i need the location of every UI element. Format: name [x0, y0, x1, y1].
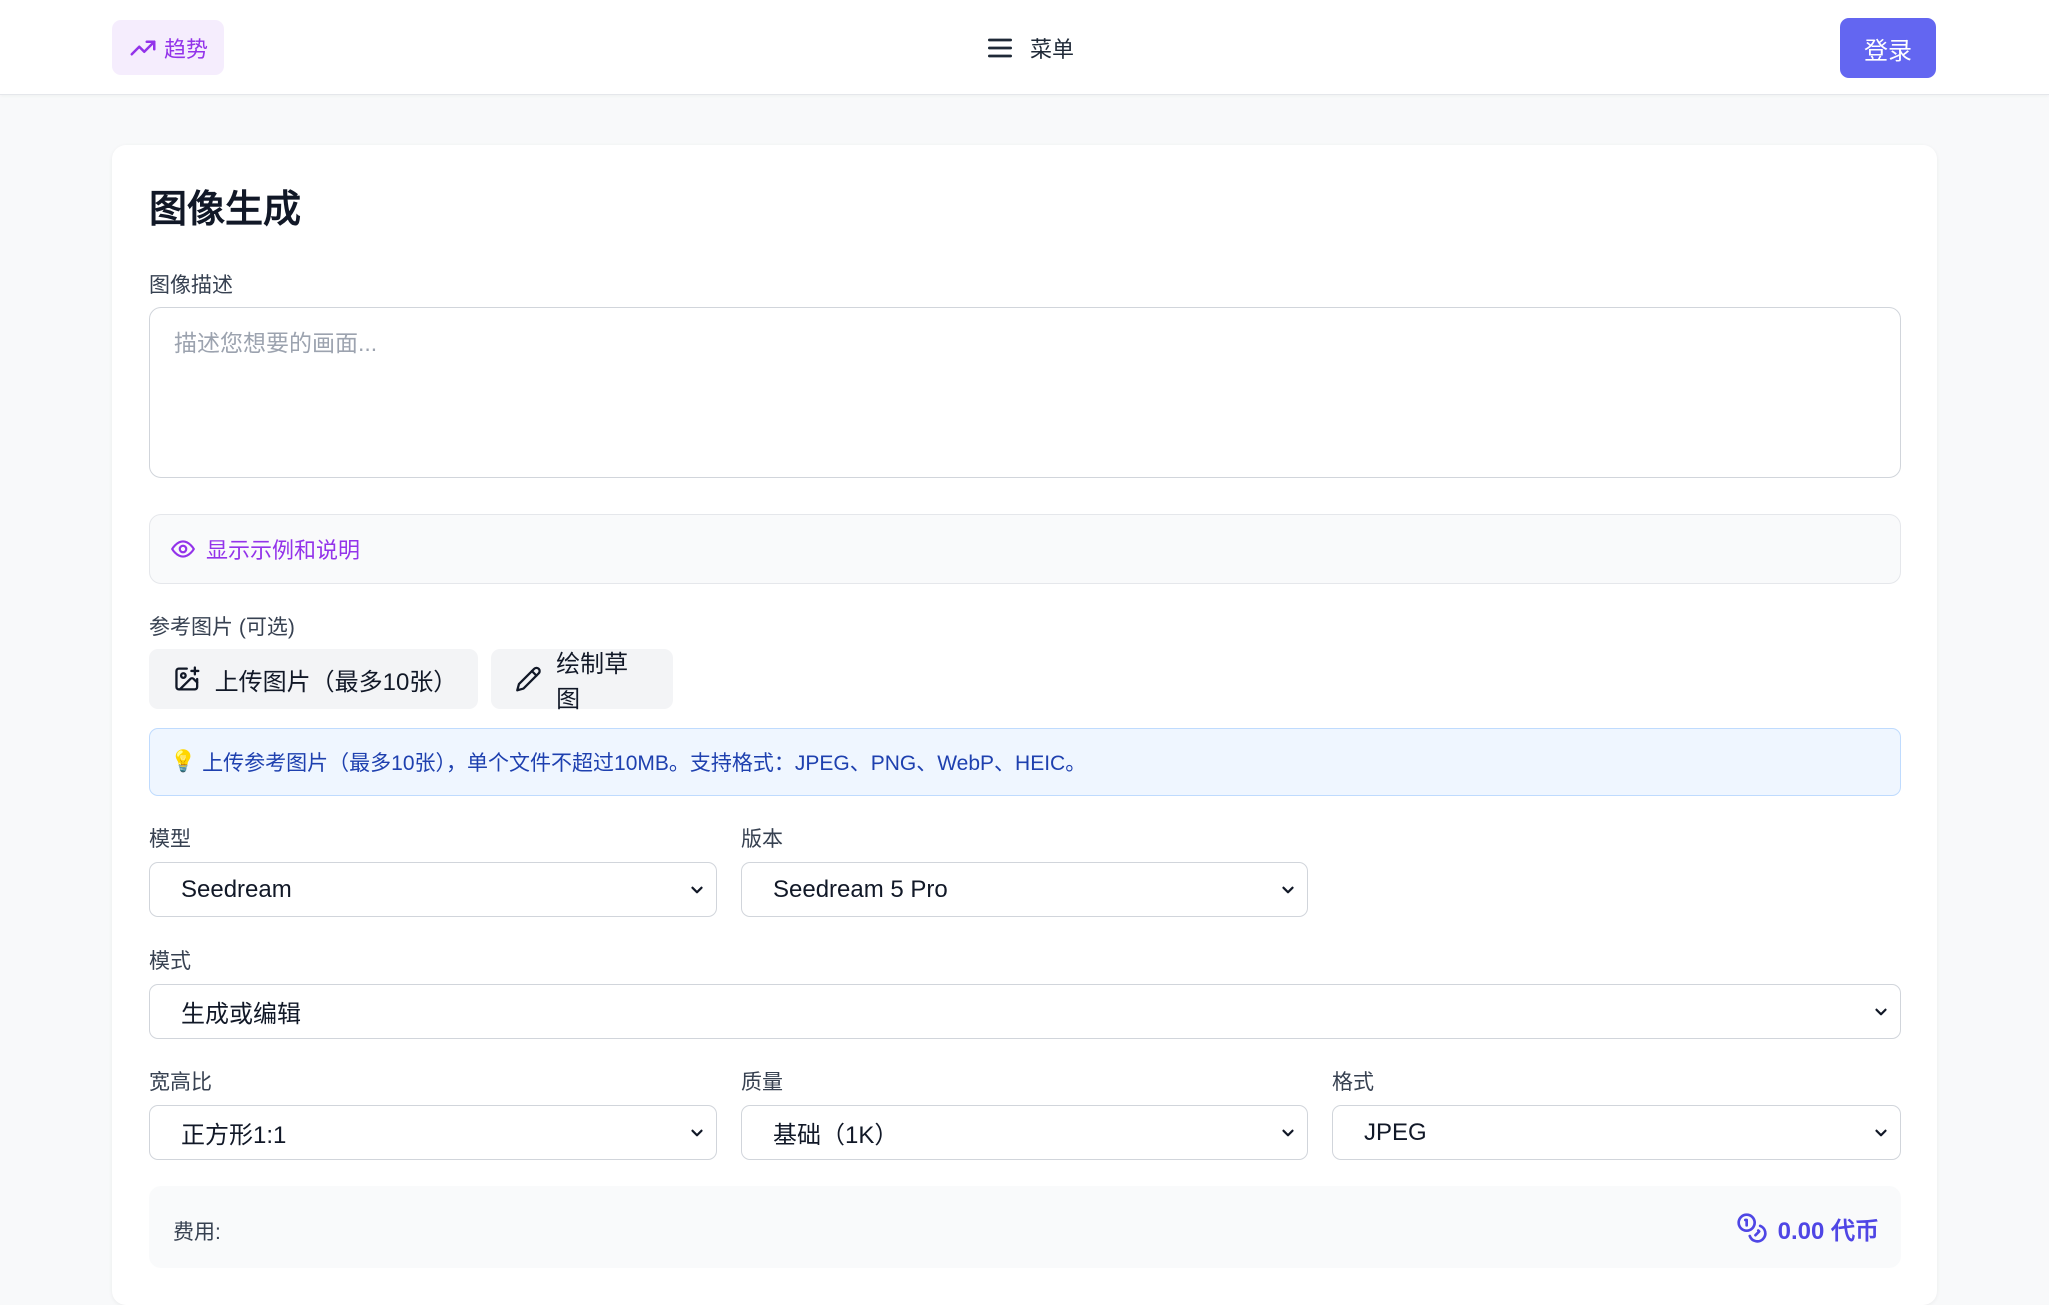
cost-value: 0.00 代币 — [1736, 1208, 1879, 1248]
upload-hint-text: 上传参考图片（最多10张），单个文件不超过10MB。支持格式：JPEG、PNG、… — [202, 752, 1087, 775]
mode-label: 模式 — [149, 950, 191, 973]
menu-label: 菜单 — [1030, 37, 1075, 62]
model-value: Seedream — [181, 875, 292, 903]
chevron-down-icon — [1282, 886, 1294, 893]
chevron-down-icon — [691, 886, 703, 893]
upload-images-label: 上传图片（最多10张） — [214, 668, 458, 696]
coins-icon — [1736, 1213, 1767, 1243]
upload-hint: 💡 上传参考图片（最多10张），单个文件不超过10MB。支持格式：JPEG、PN… — [149, 728, 1901, 796]
cost-bar — [149, 1186, 1901, 1268]
upload-images-button[interactable]: 上传图片（最多10张） — [149, 649, 478, 709]
quality-value: 基础（1K） — [773, 1122, 899, 1149]
format-value: JPEG — [1364, 1118, 1427, 1146]
aspect-label: 宽高比 — [149, 1071, 212, 1094]
top-header: 趋势 菜单 登录 — [0, 0, 2049, 95]
format-select[interactable]: JPEG — [1332, 1105, 1901, 1160]
login-button[interactable]: 登录 — [1840, 18, 1936, 78]
version-label: 版本 — [741, 828, 783, 851]
pencil-icon — [516, 666, 541, 692]
quality-select[interactable]: 基础（1K） — [741, 1105, 1308, 1160]
cost-label: 费用: — [173, 1221, 221, 1244]
chevron-down-icon — [1875, 1129, 1887, 1136]
trend-label: 趋势 — [163, 36, 208, 62]
lightbulb-icon: 💡 — [170, 750, 197, 773]
mode-value: 生成或编辑 — [181, 1001, 301, 1028]
description-input[interactable] — [149, 307, 1901, 478]
menu-button[interactable]: 菜单 — [984, 28, 1074, 68]
draw-sketch-label: 绘制草图 — [556, 651, 629, 713]
chevron-down-icon — [691, 1129, 703, 1136]
format-label: 格式 — [1332, 1071, 1374, 1094]
quality-label: 质量 — [741, 1071, 783, 1094]
examples-toggle[interactable]: 显示示例和说明 — [149, 514, 1901, 584]
trend-button[interactable]: 趋势 — [112, 20, 224, 75]
aspect-value: 正方形1:1 — [181, 1122, 287, 1149]
image-plus-icon — [175, 666, 200, 691]
page-title: 图像生成 — [149, 189, 302, 231]
reference-label: 参考图片 (可选) — [149, 616, 295, 639]
trending-up-icon — [130, 40, 156, 55]
examples-toggle-label: 显示示例和说明 — [206, 538, 361, 563]
mode-select[interactable]: 生成或编辑 — [149, 984, 1901, 1039]
description-label: 图像描述 — [149, 274, 233, 297]
eye-icon — [171, 540, 195, 558]
draw-sketch-button[interactable]: 绘制草图 — [491, 649, 673, 713]
chevron-down-icon — [1875, 1008, 1887, 1015]
hamburger-icon — [988, 38, 1012, 58]
cost-amount: 0.00 代币 — [1777, 1217, 1879, 1245]
model-select[interactable]: Seedream — [149, 862, 717, 917]
aspect-select[interactable]: 正方形1:1 — [149, 1105, 717, 1160]
version-value: Seedream 5 Pro — [773, 875, 948, 903]
model-label: 模型 — [149, 828, 191, 851]
chevron-down-icon — [1282, 1129, 1294, 1136]
version-select[interactable]: Seedream 5 Pro — [741, 862, 1308, 917]
